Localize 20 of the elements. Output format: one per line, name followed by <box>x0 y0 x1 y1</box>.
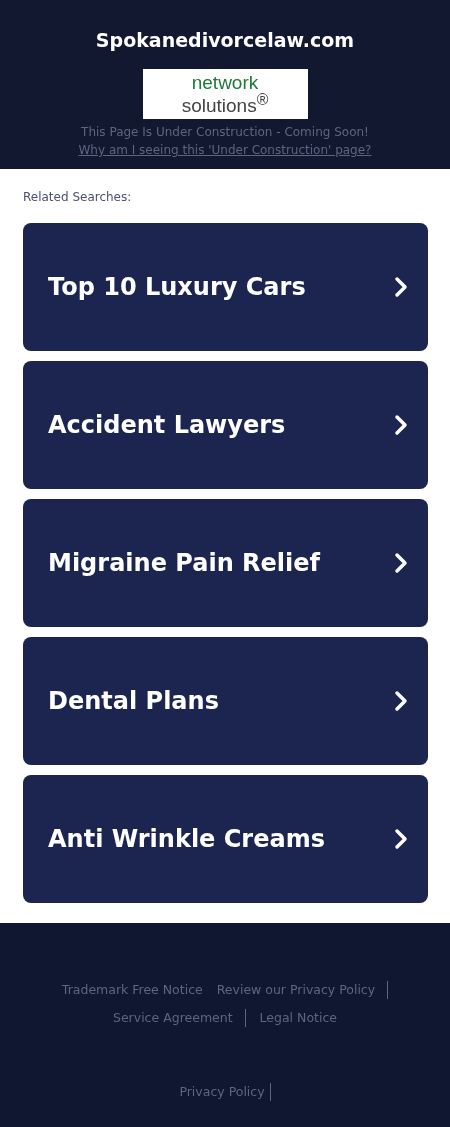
chevron-right-icon <box>394 276 408 298</box>
footer-link[interactable]: Service Agreement <box>113 1009 246 1027</box>
search-link-card[interactable]: Accident Lawyers <box>23 361 428 489</box>
chevron-right-icon <box>394 552 408 574</box>
chevron-right-icon <box>394 414 408 436</box>
search-link-card[interactable]: Dental Plans <box>23 637 428 765</box>
search-link-card[interactable]: Top 10 Luxury Cars <box>23 223 428 351</box>
footer-link[interactable]: Trademark Free Notice <box>61 981 203 999</box>
footer-link[interactable]: Privacy Policy <box>179 1083 271 1101</box>
construction-notice: This Page Is Under Construction - Coming Soon! <box>81 124 369 141</box>
footer-link[interactable]: Legal Notice <box>259 1009 337 1027</box>
chevron-right-icon <box>394 690 408 712</box>
related-searches-heading: Related Searches: <box>23 189 133 205</box>
construction-info-link[interactable]: Why am I seeing this 'Under Construction' page? <box>78 141 372 159</box>
site-title: Spokanedivorcelaw.com <box>95 29 355 51</box>
search-link-card[interactable]: Anti Wrinkle Creams <box>23 775 428 903</box>
search-link-card[interactable]: Migraine Pain Relief <box>23 499 428 627</box>
network-solutions-logo: network solutions$^{®}$ <box>142 69 308 119</box>
footer-link[interactable]: Review our Privacy Policy <box>216 981 389 999</box>
chevron-right-icon <box>394 828 408 850</box>
